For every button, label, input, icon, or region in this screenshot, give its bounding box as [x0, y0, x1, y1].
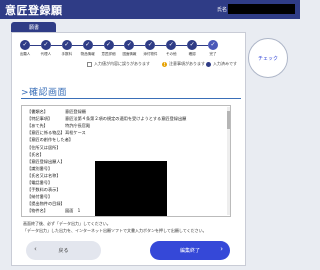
warning-icon: !: [162, 61, 167, 67]
row-key: 【特記事項】: [27, 116, 53, 122]
row-key: 【納付番号】: [27, 194, 53, 200]
tab-application-label: 願書: [29, 25, 40, 31]
step-connector: [50, 45, 62, 46]
confirm-row: 【意匠の創作をした者】: [27, 137, 73, 143]
row-value: 特許庁長官殿: [65, 123, 91, 129]
checkmark-icon: ✓: [168, 41, 174, 48]
row-value: 耳栓ケース: [65, 130, 86, 136]
legend-required: 入力値が内容に誤りがあります: [87, 61, 150, 67]
step-circle[interactable]: ✓: [145, 40, 156, 50]
confirm-row: 【納付番号】: [27, 194, 52, 200]
check-button-label: チェック: [257, 55, 278, 62]
checkmark-icon: ✓: [210, 41, 216, 48]
section-divider: [21, 98, 241, 99]
legend-warning: ! 注意事項があります: [162, 61, 205, 67]
checkmark-icon: ✓: [85, 41, 91, 48]
checkmark-icon: ✓: [126, 41, 132, 48]
confirm-row: 【あて先】 特許庁長官殿: [27, 123, 90, 129]
section-title: >確認画面: [21, 85, 67, 98]
note-line-2: 「データ出力」した出力を、インターネット出願ソフトで文書入力ボタンを押して出願し…: [23, 228, 207, 233]
section-title-text: 確認画面: [29, 88, 68, 98]
step-connector: [155, 45, 167, 46]
confirm-row: 【意匠に係る物品】 耳栓ケース: [27, 130, 86, 136]
step-connector: [71, 45, 83, 46]
legend-done: 入力済みです: [206, 61, 237, 67]
row-key: 【意匠に係る物品】: [27, 130, 65, 136]
chevron-left-icon: ‹: [34, 245, 37, 253]
row-key: 【識別番号】: [27, 165, 53, 171]
row-key: 【住所又は居所】: [27, 144, 61, 150]
row-key: 【物件名】: [27, 208, 48, 214]
step-circle[interactable]: ✓: [20, 40, 30, 50]
row-key: 【手数料の表示】: [27, 187, 61, 193]
checkmark-icon: ✓: [106, 41, 112, 48]
confirm-row: 【氏名】: [27, 152, 44, 158]
confirm-row: 【書類名】 意匠登録願: [27, 109, 86, 115]
step-connector: [197, 45, 208, 46]
step-connector: [176, 45, 188, 46]
step-connector: [134, 45, 146, 46]
step-label: 完了: [209, 52, 217, 56]
row-key: 【あて先】: [27, 123, 48, 129]
row-key: 【意匠登録出願人】: [27, 158, 65, 164]
confirm-scrollbar[interactable]: [227, 107, 230, 215]
required-square-icon: [87, 61, 92, 67]
confirm-row: 【識別番号】: [27, 166, 52, 172]
step-circle[interactable]: ✓: [187, 40, 198, 50]
tab-application[interactable]: 願書: [11, 22, 56, 32]
confirm-row: 【氏名又は名称】: [27, 173, 61, 179]
confirm-row: 【特記事項】 意匠法第４条第２項の規定の適用を受けようとする意匠登録出願: [27, 116, 186, 122]
confirmation-content-box[interactable]: 【書類名】 意匠登録願【特記事項】 意匠法第４条第２項の規定の適用を受けようとする意…: [21, 105, 231, 217]
step-circle[interactable]: ✓: [166, 40, 177, 50]
row-value: 図面 1: [65, 208, 81, 214]
step-connector: [113, 45, 125, 46]
check-button[interactable]: チェック: [248, 38, 288, 78]
checkmark-icon: ✓: [189, 41, 195, 48]
main-panel: ✓ 出願人 ✓ 代理人 ✓ 手数料 ✓ 物品情報 ✓ 意匠詳細 ✓ 図面情報 ✓ 添付物件 ✓ その他 ✓ 確認 ✓…: [11, 32, 246, 266]
step-circle[interactable]: ✓: [82, 40, 93, 50]
user-name-redacted: [228, 4, 295, 14]
finish-edit-button[interactable]: 編集終了 ›: [150, 241, 230, 260]
row-key: 【電話番号】: [27, 180, 53, 185]
done-dot-icon: [206, 61, 211, 67]
step-circle[interactable]: ✓: [61, 40, 72, 50]
confirm-row: 【手数料の表示】: [27, 187, 61, 193]
app-title: 意匠登録願: [5, 4, 63, 17]
redacted-block: [95, 161, 167, 216]
row-key: 【氏名】: [27, 151, 44, 157]
checkmark-icon: ✓: [64, 41, 70, 48]
step-connector: [92, 45, 104, 46]
step-connector: [30, 45, 41, 46]
name-label: 氏名: [217, 7, 228, 13]
note-line-1: 画面終了後、必ず「データ出力」してください。: [23, 221, 111, 226]
confirm-row: 【物件名】 図面 1: [27, 208, 80, 214]
step-circle[interactable]: ✓: [40, 40, 51, 50]
row-key: 【意匠の創作をした者】: [27, 137, 74, 143]
checkmark-icon: ✓: [43, 41, 49, 48]
confirm-row: 【提出物件の目録】: [27, 201, 65, 207]
back-button[interactable]: ‹ 戻る: [26, 241, 101, 260]
step-circle[interactable]: ✓: [103, 40, 114, 50]
step-circle[interactable]: ✓: [124, 40, 135, 50]
legend-warning-label: 注意事項があります: [169, 61, 205, 66]
back-button-label: 戻る: [58, 248, 69, 254]
row-key: 【提出物件の目録】: [27, 201, 65, 207]
confirm-row: 【電話番号】: [27, 180, 52, 186]
chevron-right-icon: ›: [220, 245, 223, 253]
row-key: 【書類名】: [27, 109, 48, 114]
scrollbar-thumb[interactable]: [227, 111, 230, 129]
step-circle[interactable]: ✓: [208, 40, 218, 50]
legend-required-label: 入力値が内容に誤りがあります: [94, 61, 150, 66]
row-key: 【氏名又は名称】: [27, 172, 61, 178]
checkmark-icon: ✓: [22, 41, 28, 48]
confirm-row: 【住所又は居所】: [27, 145, 61, 151]
legend-done-label: 入力済みです: [213, 61, 237, 66]
finish-button-label: 編集終了: [179, 248, 200, 254]
checkmark-icon: ✓: [147, 41, 153, 48]
confirm-row: 【意匠登録出願人】: [27, 159, 65, 165]
section-chevron-icon: >: [21, 88, 30, 98]
app-header: 意匠登録願 氏名: [0, 0, 300, 19]
row-value: 意匠法第４条第２項の規定の適用を受けようとする意匠登録出願: [65, 116, 187, 122]
row-value: 意匠登録願: [65, 109, 86, 114]
